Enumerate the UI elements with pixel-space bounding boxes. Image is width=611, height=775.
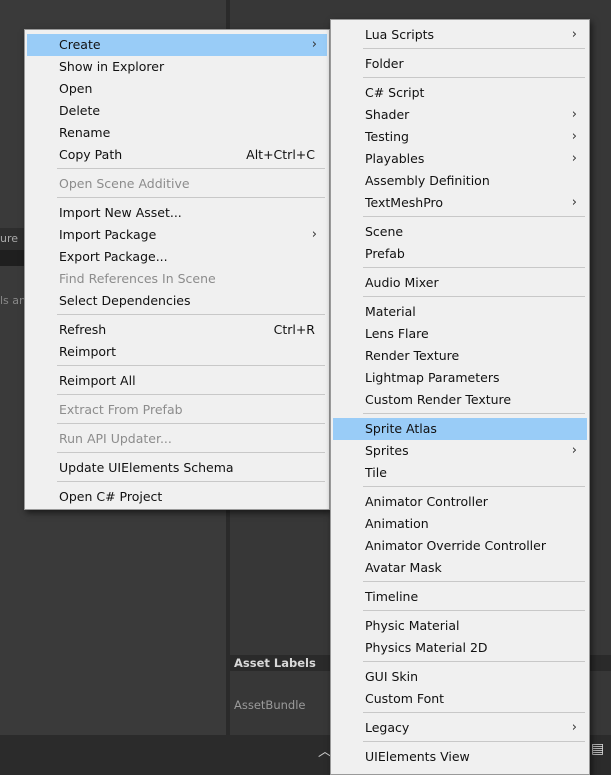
menu-separator (363, 267, 585, 268)
menu-separator (363, 216, 585, 217)
menu-item-legacy[interactable]: Legacy › (333, 717, 587, 739)
menu-item-physic-material[interactable]: Physic Material (333, 615, 587, 637)
menu-separator (363, 413, 585, 414)
menu-item-run-api-updater: Run API Updater... (59, 431, 172, 446)
menu-separator (363, 610, 585, 611)
menu-item-create[interactable]: Create › (27, 34, 327, 56)
menu-item-timeline[interactable]: Timeline (333, 586, 587, 608)
menu-item-label: Testing (365, 129, 409, 144)
menu-item-import-package[interactable]: Import Package › (27, 224, 327, 246)
shortcut-label: Alt+Ctrl+C (246, 147, 315, 162)
chevron-right-icon: › (311, 227, 317, 242)
menu-item-custom-render-texture[interactable]: Custom Render Texture (333, 389, 587, 411)
menu-item-label: Create (59, 37, 101, 52)
menu-item-testing[interactable]: Testing › (333, 126, 587, 148)
menu-item-update-uielements-schema[interactable]: Update UIElements Schema (27, 457, 327, 479)
menu-item-label: Shader (365, 107, 410, 122)
menu-separator (57, 481, 325, 482)
context-menu: Create › Show in Explorer Open Delete Ren… (24, 29, 330, 510)
menu-item-copy-path[interactable]: Copy Path Alt+Ctrl+C (27, 144, 327, 166)
menu-item-audio-mixer[interactable]: Audio Mixer (333, 272, 587, 294)
menu-item-select-dependencies[interactable]: Select Dependencies (27, 290, 327, 312)
menu-item-tile[interactable]: Tile (333, 462, 587, 484)
menu-item-rename[interactable]: Rename (27, 122, 327, 144)
menu-item-label: Playables (365, 151, 425, 166)
menu-item-label: Legacy (365, 720, 410, 735)
menu-item-reimport-all[interactable]: Reimport All (27, 370, 327, 392)
menu-item-label: Copy Path (59, 147, 123, 162)
menu-item-find-references: Find References In Scene (59, 271, 216, 286)
menu-separator (57, 452, 325, 453)
menu-item-open[interactable]: Open (27, 78, 327, 100)
chevron-right-icon: › (571, 107, 577, 122)
menu-item-lua-scripts[interactable]: Lua Scripts › (333, 24, 587, 46)
menu-item-prefab[interactable]: Prefab (333, 243, 587, 265)
menu-item-playables[interactable]: Playables › (333, 148, 587, 170)
chevron-right-icon: › (571, 27, 577, 42)
chevron-right-icon: › (311, 37, 317, 52)
chevron-right-icon: › (571, 195, 577, 210)
chevron-right-icon: › (571, 443, 577, 458)
menu-separator (57, 168, 325, 169)
menu-item-folder[interactable]: Folder (333, 53, 587, 75)
menu-separator (363, 661, 585, 662)
menu-item-refresh[interactable]: Refresh Ctrl+R (27, 319, 327, 341)
create-submenu: Lua Scripts › Folder C# Script Shader › Te… (330, 19, 590, 775)
menu-item-label: Lua Scripts (365, 27, 435, 42)
menu-item-label: Refresh (59, 322, 107, 337)
menu-item-sprites[interactable]: Sprites › (333, 440, 587, 462)
menu-item-extract-from-prefab: Extract From Prefab (59, 402, 183, 417)
menu-item-label: Sprites (365, 443, 409, 458)
menu-item-csharp-script[interactable]: C# Script (333, 82, 587, 104)
menu-separator (363, 486, 585, 487)
menu-separator (363, 712, 585, 713)
chevron-right-icon: › (571, 129, 577, 144)
menu-item-custom-font[interactable]: Custom Font (333, 688, 587, 710)
menu-item-animation[interactable]: Animation (333, 513, 587, 535)
menu-separator (57, 197, 325, 198)
menu-item-lens-flare[interactable]: Lens Flare (333, 323, 587, 345)
menu-item-gui-skin[interactable]: GUI Skin (333, 666, 587, 688)
menu-separator (57, 394, 325, 395)
menu-item-render-texture[interactable]: Render Texture (333, 345, 587, 367)
menu-item-open-csharp-project[interactable]: Open C# Project (27, 486, 327, 508)
menu-item-assembly-definition[interactable]: Assembly Definition (333, 170, 587, 192)
assetbundle-label: AssetBundle (234, 698, 306, 712)
menu-item-textmeshpro[interactable]: TextMeshPro › (333, 192, 587, 214)
menu-item-animator-override-controller[interactable]: Animator Override Controller (333, 535, 587, 557)
menu-item-physics-material-2d[interactable]: Physics Material 2D (333, 637, 587, 659)
shortcut-label: Ctrl+R (273, 322, 315, 337)
menu-item-animator-controller[interactable]: Animator Controller (333, 491, 587, 513)
menu-item-open-scene-additive: Open Scene Additive (59, 176, 190, 191)
menu-separator (363, 741, 585, 742)
menu-item-avatar-mask[interactable]: Avatar Mask (333, 557, 587, 579)
menu-separator (363, 48, 585, 49)
menu-item-reimport[interactable]: Reimport (27, 341, 327, 363)
chevron-right-icon: › (571, 720, 577, 735)
menu-item-label: Import Package (59, 227, 157, 242)
menu-separator (57, 314, 325, 315)
menu-item-shader[interactable]: Shader › (333, 104, 587, 126)
menu-separator (363, 77, 585, 78)
chevron-right-icon: › (571, 151, 577, 166)
menu-item-scene[interactable]: Scene (333, 221, 587, 243)
menu-separator (57, 365, 325, 366)
menu-item-material[interactable]: Material (333, 301, 587, 323)
menu-item-import-new-asset[interactable]: Import New Asset... (27, 202, 327, 224)
menu-item-show-in-explorer[interactable]: Show in Explorer (27, 56, 327, 78)
menu-separator (363, 581, 585, 582)
menu-item-delete[interactable]: Delete (27, 100, 327, 122)
menu-item-uielements-view[interactable]: UIElements View (333, 746, 587, 768)
console-icon[interactable]: ▤ (591, 741, 609, 759)
menu-separator (363, 296, 585, 297)
menu-item-lightmap-parameters[interactable]: Lightmap Parameters (333, 367, 587, 389)
menu-item-export-package[interactable]: Export Package... (27, 246, 327, 268)
menu-separator (57, 423, 325, 424)
menu-item-label: TextMeshPro (365, 195, 444, 210)
menu-item-sprite-atlas[interactable]: Sprite Atlas (333, 418, 587, 440)
